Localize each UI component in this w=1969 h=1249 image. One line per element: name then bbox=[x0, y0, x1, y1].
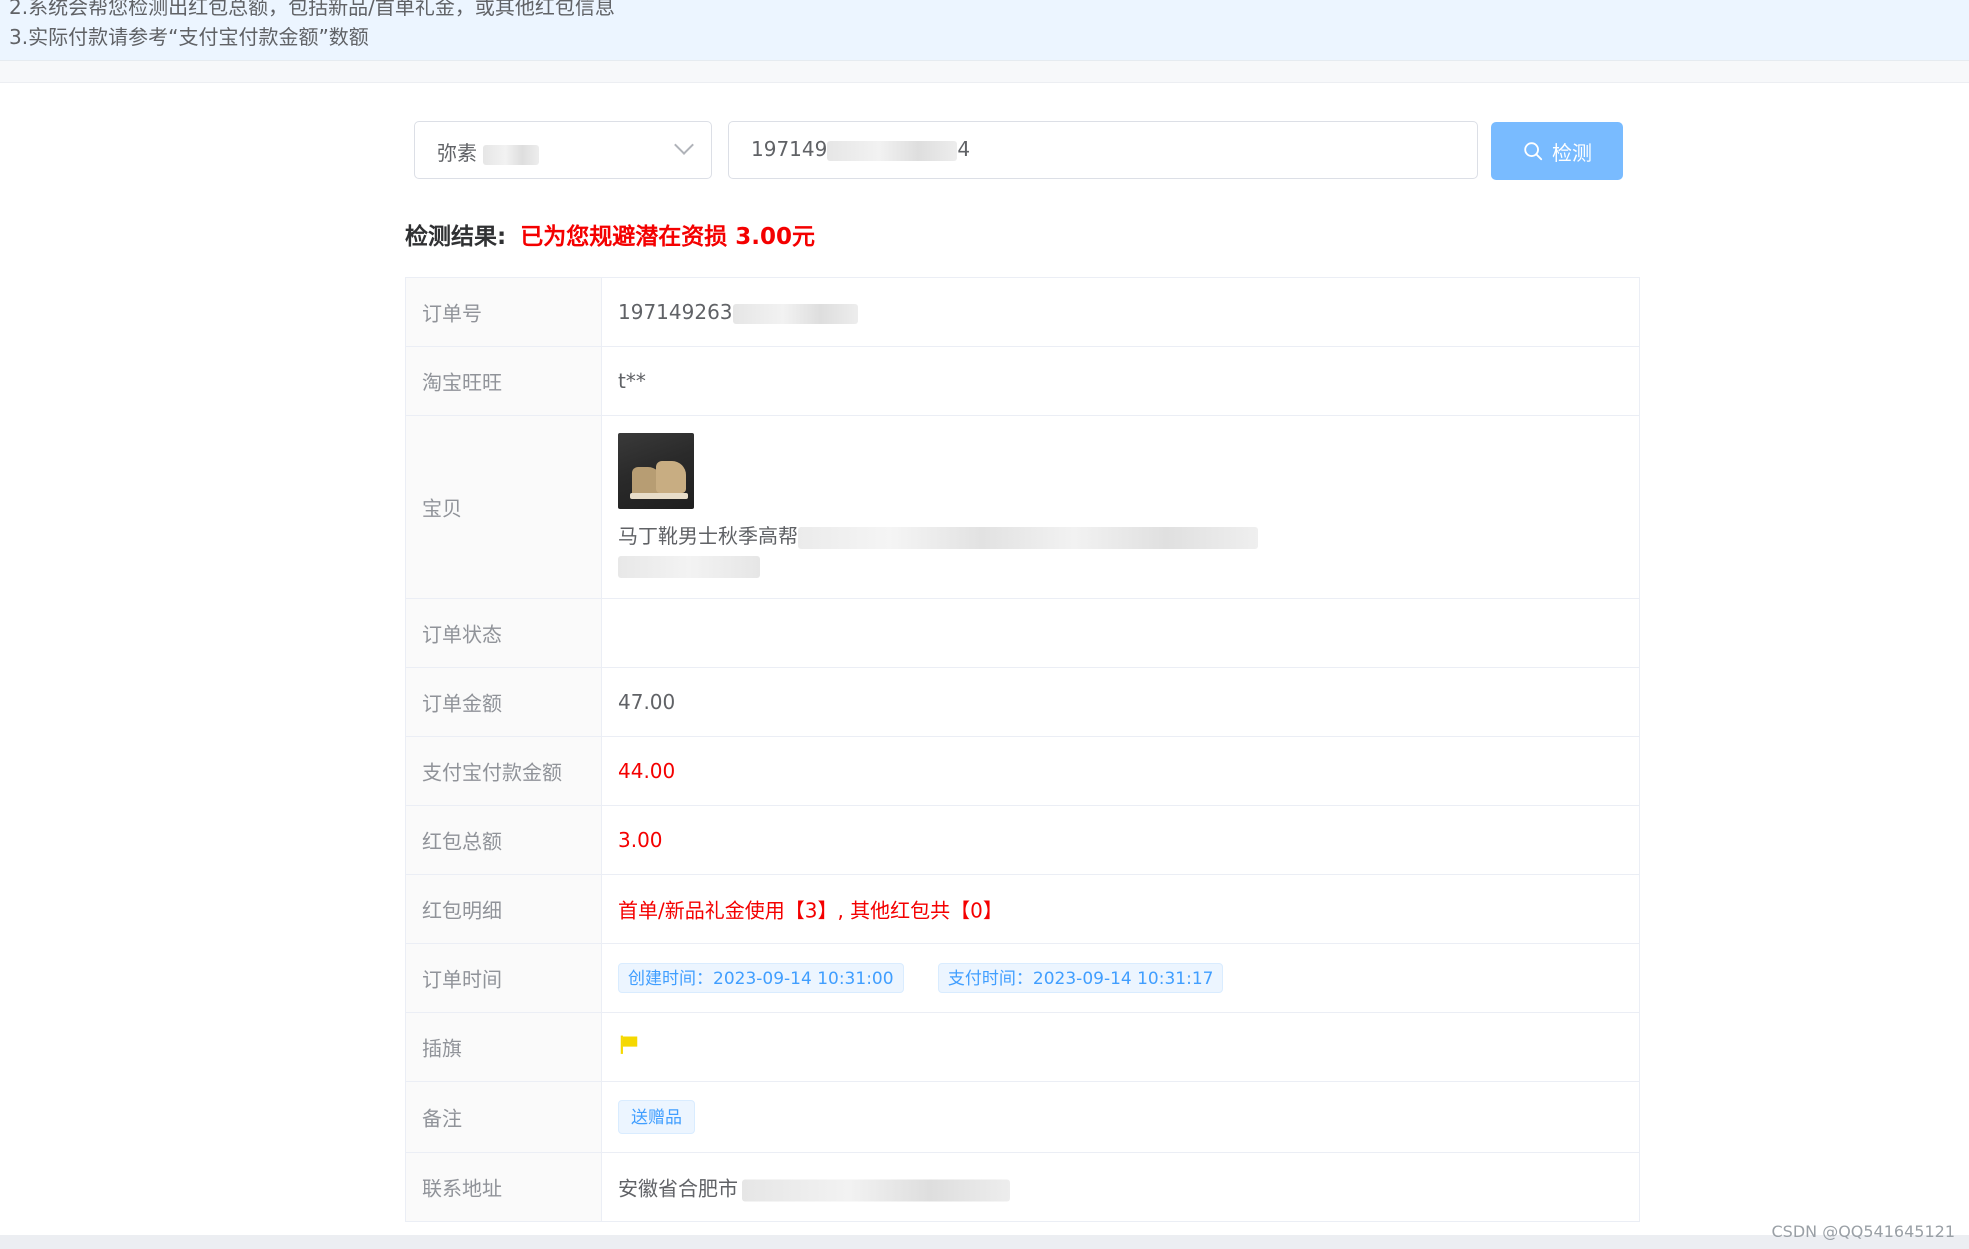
blurred-text bbox=[827, 140, 958, 161]
result-label: 检测结果: bbox=[405, 224, 507, 250]
table-row: 红包明细 首单/新品礼金使用【3】, 其他红包共【0】 bbox=[406, 875, 1639, 944]
shop-select-value: 弥素 bbox=[437, 141, 477, 165]
notice-line-3: 3.实际付款请参考“支付宝付款金额”数额 bbox=[9, 25, 369, 49]
section-divider bbox=[0, 61, 1969, 83]
row-label: 插旗 bbox=[422, 1036, 462, 1061]
row-label: 淘宝旺旺 bbox=[422, 370, 502, 395]
order-detail-table: 订单号 197149263 淘宝旺旺 t** 宝贝 马丁靴男士秋季高帮 订单状态… bbox=[405, 277, 1640, 1222]
table-row: 宝贝 马丁靴男士秋季高帮 bbox=[406, 416, 1639, 599]
wangwang-value: t** bbox=[618, 369, 646, 393]
footer-band bbox=[0, 1235, 1969, 1249]
table-row: 支付宝付款金额 44.00 bbox=[406, 737, 1639, 806]
goods-thumbnail[interactable] bbox=[618, 433, 694, 509]
redpack-detail-value: 首单/新品礼金使用【3】, 其他红包共【0】 bbox=[618, 898, 1003, 923]
table-row: 备注 送赠品 bbox=[406, 1082, 1639, 1153]
table-row: 订单金额 47.00 bbox=[406, 668, 1639, 737]
table-row: 订单号 197149263 bbox=[406, 278, 1639, 347]
detect-button[interactable]: 检测 bbox=[1491, 122, 1623, 180]
table-row: 订单时间 创建时间：2023-09-14 10:31:00 支付时间：2023-… bbox=[406, 944, 1639, 1013]
blurred-text bbox=[742, 1179, 1010, 1201]
order-amount-value: 47.00 bbox=[618, 690, 676, 714]
row-label: 支付宝付款金额 bbox=[422, 760, 562, 785]
table-row: 订单状态 bbox=[406, 599, 1639, 668]
table-row: 插旗 bbox=[406, 1013, 1639, 1082]
notice-banner: 2.系统会帮您检测出红包总额，包括新品/首单礼金，或其他红包信息 3.实际付款请… bbox=[0, 0, 1969, 61]
flag-icon bbox=[620, 1035, 638, 1054]
order-number-value: 197149263 bbox=[618, 300, 733, 324]
result-text: 已为您规避潜在资损 3.00元 bbox=[520, 224, 815, 250]
blurred-text bbox=[618, 556, 760, 578]
order-input-value: 197149 bbox=[751, 137, 828, 161]
blurred-text bbox=[798, 526, 1258, 549]
goods-title: 马丁靴男士秋季高帮 bbox=[618, 524, 798, 548]
watermark: CSDN @QQ541645121 bbox=[1771, 1222, 1955, 1241]
blurred-text bbox=[483, 144, 540, 165]
search-icon bbox=[1524, 142, 1543, 161]
table-row: 联系地址 安徽省合肥市 bbox=[406, 1153, 1639, 1221]
row-label: 订单状态 bbox=[422, 622, 502, 647]
table-row: 淘宝旺旺 t** bbox=[406, 347, 1639, 416]
address-value: 安徽省合肥市 bbox=[618, 1176, 738, 1201]
row-label: 联系地址 bbox=[422, 1176, 502, 1201]
created-time-tag: 创建时间：2023-09-14 10:31:00 bbox=[618, 963, 904, 993]
row-label: 宝贝 bbox=[422, 496, 462, 521]
detect-button-label: 检测 bbox=[1552, 140, 1592, 165]
row-label: 订单金额 bbox=[422, 691, 502, 716]
row-label: 备注 bbox=[422, 1106, 462, 1131]
row-label: 订单时间 bbox=[422, 967, 502, 992]
table-row: 红包总额 3.00 bbox=[406, 806, 1639, 875]
chevron-down-icon bbox=[674, 135, 694, 155]
notice-line-2: 2.系统会帮您检测出红包总额，包括新品/首单礼金，或其他红包信息 bbox=[9, 0, 615, 19]
row-label: 红包总额 bbox=[422, 829, 502, 854]
order-input-suffix: 4 bbox=[957, 137, 971, 161]
redpack-total-value: 3.00 bbox=[618, 828, 663, 852]
blurred-text bbox=[732, 303, 858, 324]
paid-time-tag: 支付时间：2023-09-14 10:31:17 bbox=[937, 963, 1224, 993]
alipay-amount-value: 44.00 bbox=[618, 759, 676, 783]
row-label: 订单号 bbox=[422, 301, 482, 326]
remark-tag: 送赠品 bbox=[618, 1100, 695, 1134]
order-number-input[interactable]: 197149 4 bbox=[728, 121, 1478, 179]
detect-result: 检测结果: 已为您规避潜在资损 3.00元 bbox=[405, 217, 815, 251]
shop-select[interactable]: 弥素 bbox=[414, 121, 712, 179]
row-label: 红包明细 bbox=[422, 898, 502, 923]
